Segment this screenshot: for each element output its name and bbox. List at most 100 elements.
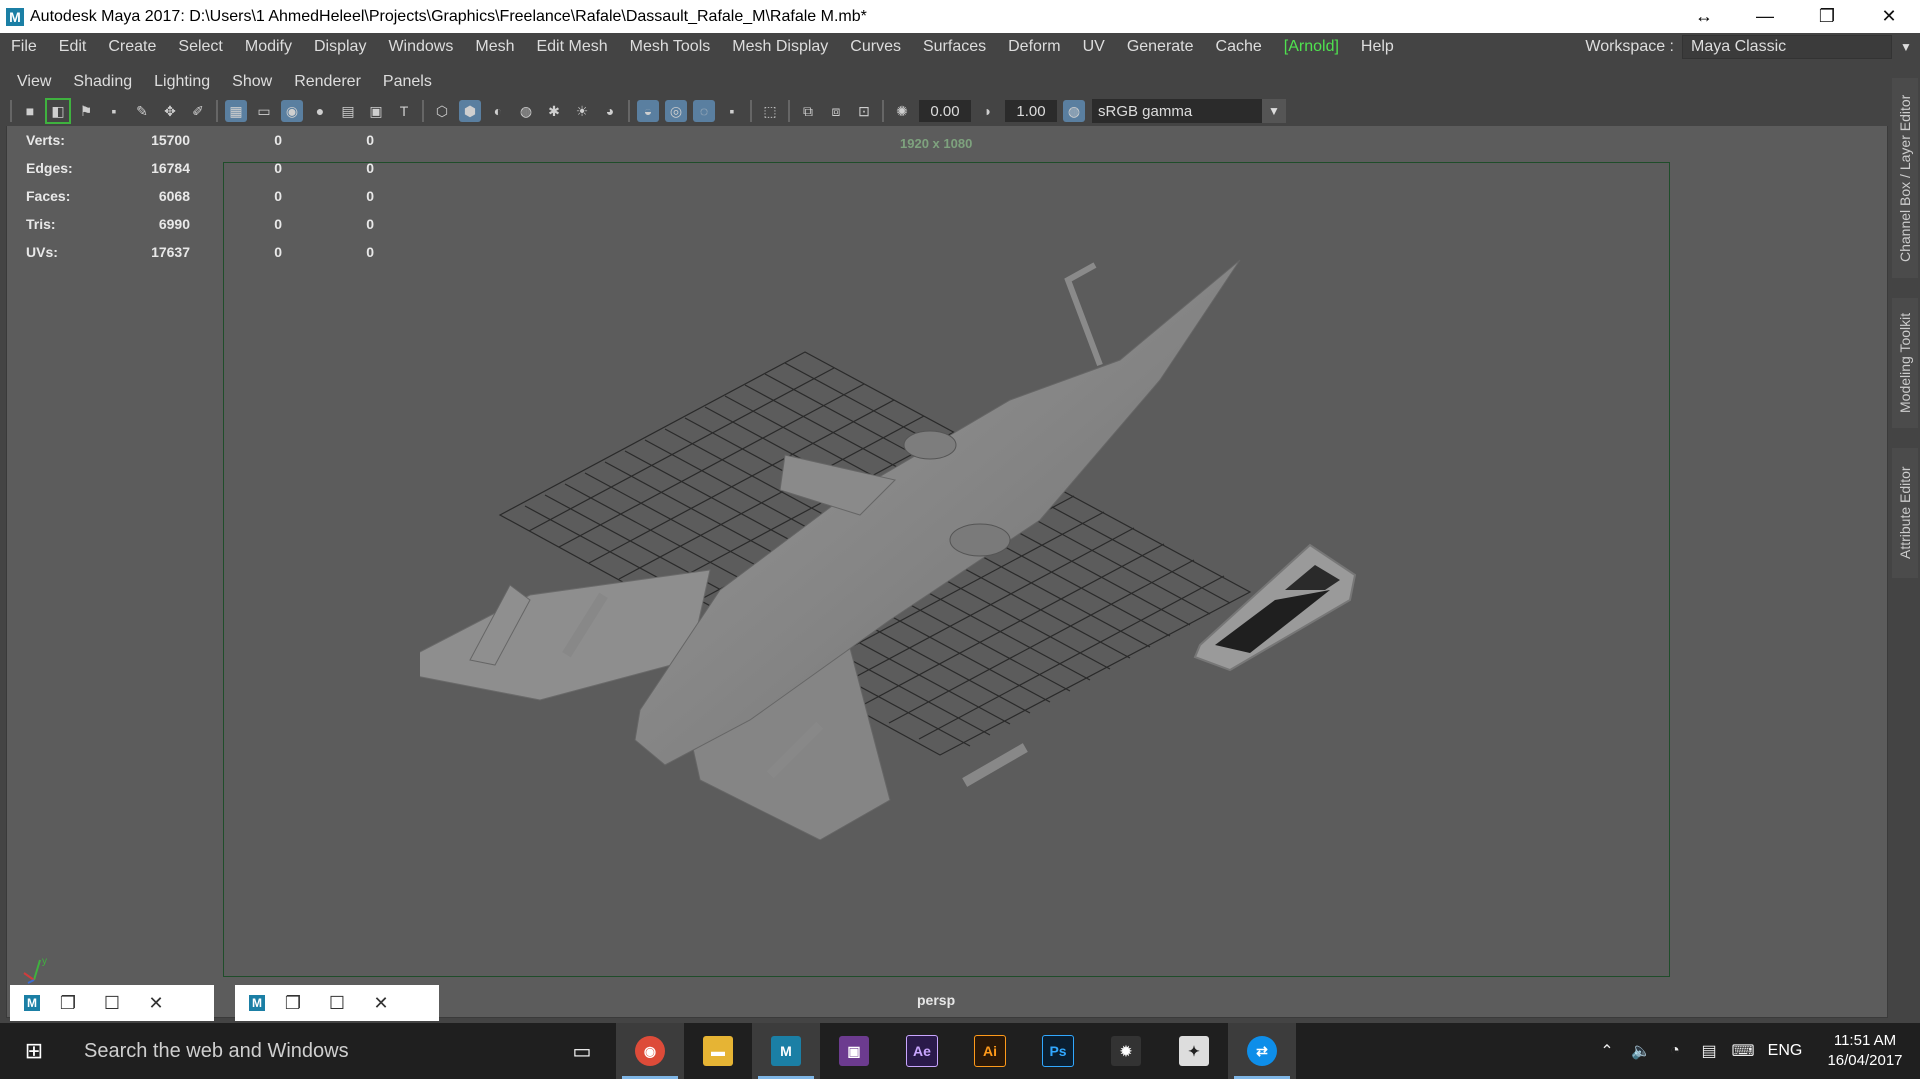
chevron-down-icon[interactable]: ▼: [1262, 99, 1286, 123]
lights-icon[interactable]: ☀: [571, 100, 593, 122]
2d-pan-zoom-icon[interactable]: ✥: [159, 100, 181, 122]
wireframe-icon[interactable]: ⬡: [431, 100, 453, 122]
panel-menu-view[interactable]: View: [6, 73, 62, 91]
color-management-icon[interactable]: ◍: [1063, 100, 1085, 122]
menu-curves[interactable]: Curves: [839, 38, 912, 56]
chevron-up-icon[interactable]: ⌃: [1590, 1041, 1624, 1061]
wireframe-on-shaded-icon[interactable]: ◍: [515, 100, 537, 122]
xray-active-icon[interactable]: ⧈: [825, 100, 847, 122]
workspace-dropdown[interactable]: Maya Classic: [1682, 35, 1892, 59]
maximize-icon[interactable]: ☐: [90, 993, 134, 1014]
default-material-icon[interactable]: ◐: [487, 100, 509, 122]
chevron-down-icon[interactable]: ▼: [1892, 40, 1920, 54]
volume-icon[interactable]: 🔈: [1624, 1041, 1658, 1061]
gamma-icon[interactable]: ◗: [977, 100, 999, 122]
grease-pencil-icon[interactable]: ✎: [131, 100, 153, 122]
safe-title-icon[interactable]: T: [393, 100, 415, 122]
taskbar-search[interactable]: Search the web and Windows: [68, 1023, 548, 1079]
anti-aliasing-icon[interactable]: ◌: [693, 100, 715, 122]
gamma-field[interactable]: 1.00: [1005, 100, 1057, 122]
panel-menu-lighting[interactable]: Lighting: [143, 73, 221, 91]
panel-menu-shading[interactable]: Shading: [62, 73, 143, 91]
windows-start-icon[interactable]: ⊞: [0, 1023, 68, 1079]
notification-icon[interactable]: ▤: [1692, 1041, 1726, 1061]
menu-create[interactable]: Create: [97, 38, 167, 56]
panel-menu-renderer[interactable]: Renderer: [283, 73, 372, 91]
exposure-field[interactable]: 0.00: [919, 100, 971, 122]
maya-taskbar-icon[interactable]: M: [752, 1023, 820, 1079]
menu-help[interactable]: Help: [1350, 38, 1405, 56]
tab-attribute-editor[interactable]: Attribute Editor: [1892, 448, 1918, 578]
resolution-gate-icon[interactable]: ◉: [281, 100, 303, 122]
minimized-window[interactable]: M ❐ ☐ ✕: [235, 985, 439, 1021]
maximize-icon[interactable]: ☐: [315, 993, 359, 1014]
teamviewer-icon[interactable]: ⇄: [1228, 1023, 1296, 1079]
close-icon[interactable]: ✕: [359, 993, 403, 1014]
hud-row-verts: Verts: 15700 0 0: [26, 126, 374, 154]
menu-uv[interactable]: UV: [1072, 38, 1116, 56]
wifi-icon[interactable]: ◔: [1658, 1042, 1692, 1060]
menu-display[interactable]: Display: [303, 38, 377, 56]
chrome-icon[interactable]: ◉: [616, 1023, 684, 1079]
xray-joints-icon[interactable]: ⊡: [853, 100, 875, 122]
restore-icon[interactable]: ❐: [46, 993, 90, 1014]
camera-attributes-icon[interactable]: ◧: [45, 98, 71, 124]
menu-mesh-tools[interactable]: Mesh Tools: [619, 38, 722, 56]
menu-cache[interactable]: Cache: [1205, 38, 1273, 56]
screen-space-ao-icon[interactable]: ◒: [637, 100, 659, 122]
file-explorer-icon[interactable]: ▬: [684, 1023, 752, 1079]
image-plane-icon[interactable]: ▪: [103, 100, 125, 122]
after-effects-icon[interactable]: Ae: [888, 1023, 956, 1079]
color-space-dropdown[interactable]: sRGB gamma: [1092, 99, 1262, 123]
textured-icon[interactable]: ✱: [543, 100, 565, 122]
isolate-select-icon[interactable]: ⬚: [759, 100, 781, 122]
clock[interactable]: 11:51 AM 16/04/2017: [1810, 1031, 1920, 1071]
canopy-model[interactable]: [1190, 535, 1360, 675]
zbrush-icon[interactable]: ✦: [1160, 1023, 1228, 1079]
exposure-icon[interactable]: ✺: [891, 100, 913, 122]
menu-modify[interactable]: Modify: [234, 38, 303, 56]
menu-select[interactable]: Select: [167, 38, 233, 56]
menu-windows[interactable]: Windows: [377, 38, 464, 56]
camera-select-icon[interactable]: ■: [19, 100, 41, 122]
close-button[interactable]: ✕: [1858, 0, 1920, 33]
bookmark-icon[interactable]: ⚑: [75, 100, 97, 122]
photoshop-icon[interactable]: Ps: [1024, 1023, 1092, 1079]
menu-surfaces[interactable]: Surfaces: [912, 38, 997, 56]
restore-icon[interactable]: ❐: [271, 993, 315, 1014]
close-icon[interactable]: ✕: [134, 993, 178, 1014]
gate-mask-icon[interactable]: ●: [309, 100, 331, 122]
shadows-icon[interactable]: ◕: [599, 100, 621, 122]
smooth-shade-icon[interactable]: ⬢: [459, 100, 481, 122]
keyboard-icon[interactable]: ⌨: [1726, 1041, 1760, 1061]
safe-action-icon[interactable]: ▣: [365, 100, 387, 122]
language-indicator[interactable]: ENG: [1760, 1042, 1810, 1060]
restore-button[interactable]: ❐: [1796, 0, 1858, 33]
menu-edit-mesh[interactable]: Edit Mesh: [525, 38, 618, 56]
panel-menu-show[interactable]: Show: [221, 73, 283, 91]
grid-icon[interactable]: ▦: [225, 100, 247, 122]
menu-mesh-display[interactable]: Mesh Display: [721, 38, 839, 56]
panel-menu-panels[interactable]: Panels: [372, 73, 443, 91]
menu-edit[interactable]: Edit: [48, 38, 98, 56]
game-app-icon[interactable]: ▣: [820, 1023, 888, 1079]
resize-arrows-icon[interactable]: ↔: [1674, 6, 1734, 27]
field-chart-icon[interactable]: ▤: [337, 100, 359, 122]
pencil-icon[interactable]: ✐: [187, 100, 209, 122]
game-app-2-icon[interactable]: ✹: [1092, 1023, 1160, 1079]
task-view-icon[interactable]: ▭: [548, 1023, 616, 1079]
xray-icon[interactable]: ⧉: [797, 100, 819, 122]
film-gate-icon[interactable]: ▭: [253, 100, 275, 122]
menu-file[interactable]: File: [0, 38, 48, 56]
menu-generate[interactable]: Generate: [1116, 38, 1205, 56]
menu-deform[interactable]: Deform: [997, 38, 1071, 56]
menu-mesh[interactable]: Mesh: [464, 38, 525, 56]
menu-arnold[interactable]: [Arnold]: [1273, 38, 1350, 56]
minimized-window[interactable]: M ❐ ☐ ✕: [10, 985, 214, 1021]
illustrator-icon[interactable]: Ai: [956, 1023, 1024, 1079]
depth-of-field-icon[interactable]: ▪: [721, 100, 743, 122]
tab-channel-box[interactable]: Channel Box / Layer Editor: [1892, 78, 1918, 278]
tab-modeling-toolkit[interactable]: Modeling Toolkit: [1892, 298, 1918, 428]
motion-blur-icon[interactable]: ◎: [665, 100, 687, 122]
minimize-button[interactable]: —: [1734, 0, 1796, 33]
